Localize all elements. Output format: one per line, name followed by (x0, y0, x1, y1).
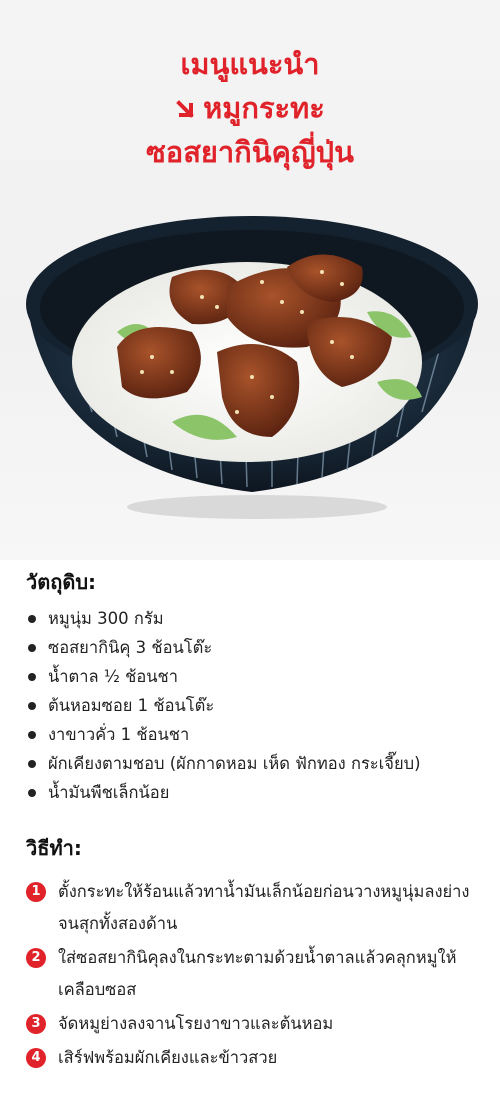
method-heading: วิธีทำ: (26, 836, 82, 860)
bullet-icon (28, 672, 36, 681)
step-number-badge: 1 (26, 882, 46, 902)
bullet-icon (28, 759, 36, 768)
step-text: ใส่ซอสยากินิคุลงในกระทะตามด้วยน้ำตาลแล้ว… (58, 948, 457, 999)
steps-list: 1 ตั้งกระทะให้ร้อนแล้วทาน้ำมันเล็กน้อยก่อ… (26, 876, 486, 1074)
page-title: เมนูแนะนำ หมูกระทะ ซอสยากินิคุญี่ปุ่น (0, 42, 500, 174)
bullet-icon (28, 788, 36, 797)
bullet-icon (28, 730, 36, 739)
title-line-3: ซอสยากินิคุญี่ปุ่น (146, 135, 354, 169)
step-number-badge: 4 (26, 1048, 46, 1068)
step-text: จัดหมูย่างลงจานโรยงาขาวและต้นหอม (58, 1014, 334, 1033)
ingredient-text: น้ำตาล ½ ช้อนชา (48, 667, 178, 686)
list-item: น้ำมันพืชเล็กน้อย (26, 778, 486, 807)
step-item: 2 ใส่ซอสยากินิคุลงในกระทะตามด้วยน้ำตาลแล้… (26, 942, 486, 1006)
ingredient-text: หมูนุ่ม 300 กรัม (48, 609, 164, 628)
ingredient-text: ต้นหอมซอย 1 ช้อนโต๊ะ (48, 696, 215, 715)
ingredient-text: งาขาวคั่ว 1 ช้อนชา (48, 725, 190, 744)
dish-photo (26, 216, 478, 519)
bullet-icon (28, 614, 36, 623)
list-item: ต้นหอมซอย 1 ช้อนโต๊ะ (26, 691, 486, 720)
title-line-2: หมูกระทะ (0, 86, 500, 130)
bullet-icon (28, 643, 36, 652)
list-item: งาขาวคั่ว 1 ช้อนชา (26, 720, 486, 749)
ingredient-text: น้ำมันพืชเล็กน้อย (48, 783, 170, 802)
hero-section: เมนูแนะนำ หมูกระทะ ซอสยากินิคุญี่ปุ่น (0, 0, 500, 560)
title-line-2-text: หมูกระทะ (203, 91, 325, 125)
title-line-1: เมนูแนะนำ (180, 47, 320, 81)
step-text: เสิร์ฟพร้อมผักเคียงและข้าวสวย (58, 1048, 278, 1067)
list-item: ซอสยากินิคุ 3 ช้อนโต๊ะ (26, 633, 486, 662)
step-text: ตั้งกระทะให้ร้อนแล้วทาน้ำมันเล็กน้อยก่อน… (58, 882, 470, 933)
arrow-down-right-icon (176, 100, 195, 118)
step-number-badge: 2 (26, 948, 46, 968)
step-number-badge: 3 (26, 1014, 46, 1034)
ingredient-text: ซอสยากินิคุ 3 ช้อนโต๊ะ (48, 638, 213, 657)
step-item: 4 เสิร์ฟพร้อมผักเคียงและข้าวสวย (26, 1042, 486, 1074)
ingredients-section: วัตถุดิบ: หมูนุ่ม 300 กรัม ซอสยากินิคุ 3… (26, 568, 486, 807)
step-item: 3 จัดหมูย่างลงจานโรยงาขาวและต้นหอม (26, 1008, 486, 1040)
list-item: น้ำตาล ½ ช้อนชา (26, 662, 486, 691)
ingredient-text: ผักเคียงตามชอบ (ผักกาดหอม เห็ด ฟักทอง กร… (48, 754, 421, 773)
list-item: ผักเคียงตามชอบ (ผักกาดหอม เห็ด ฟักทอง กร… (26, 749, 486, 778)
bullet-icon (28, 701, 36, 710)
list-item: หมูนุ่ม 300 กรัม (26, 604, 486, 633)
method-section: วิธีทำ: 1 ตั้งกระทะให้ร้อนแล้วทาน้ำมันเล็… (26, 834, 486, 1076)
ingredients-heading: วัตถุดิบ: (26, 570, 97, 594)
ingredients-list: หมูนุ่ม 300 กรัม ซอสยากินิคุ 3 ช้อนโต๊ะ … (26, 604, 486, 807)
step-item: 1 ตั้งกระทะให้ร้อนแล้วทาน้ำมันเล็กน้อยก่อ… (26, 876, 486, 940)
